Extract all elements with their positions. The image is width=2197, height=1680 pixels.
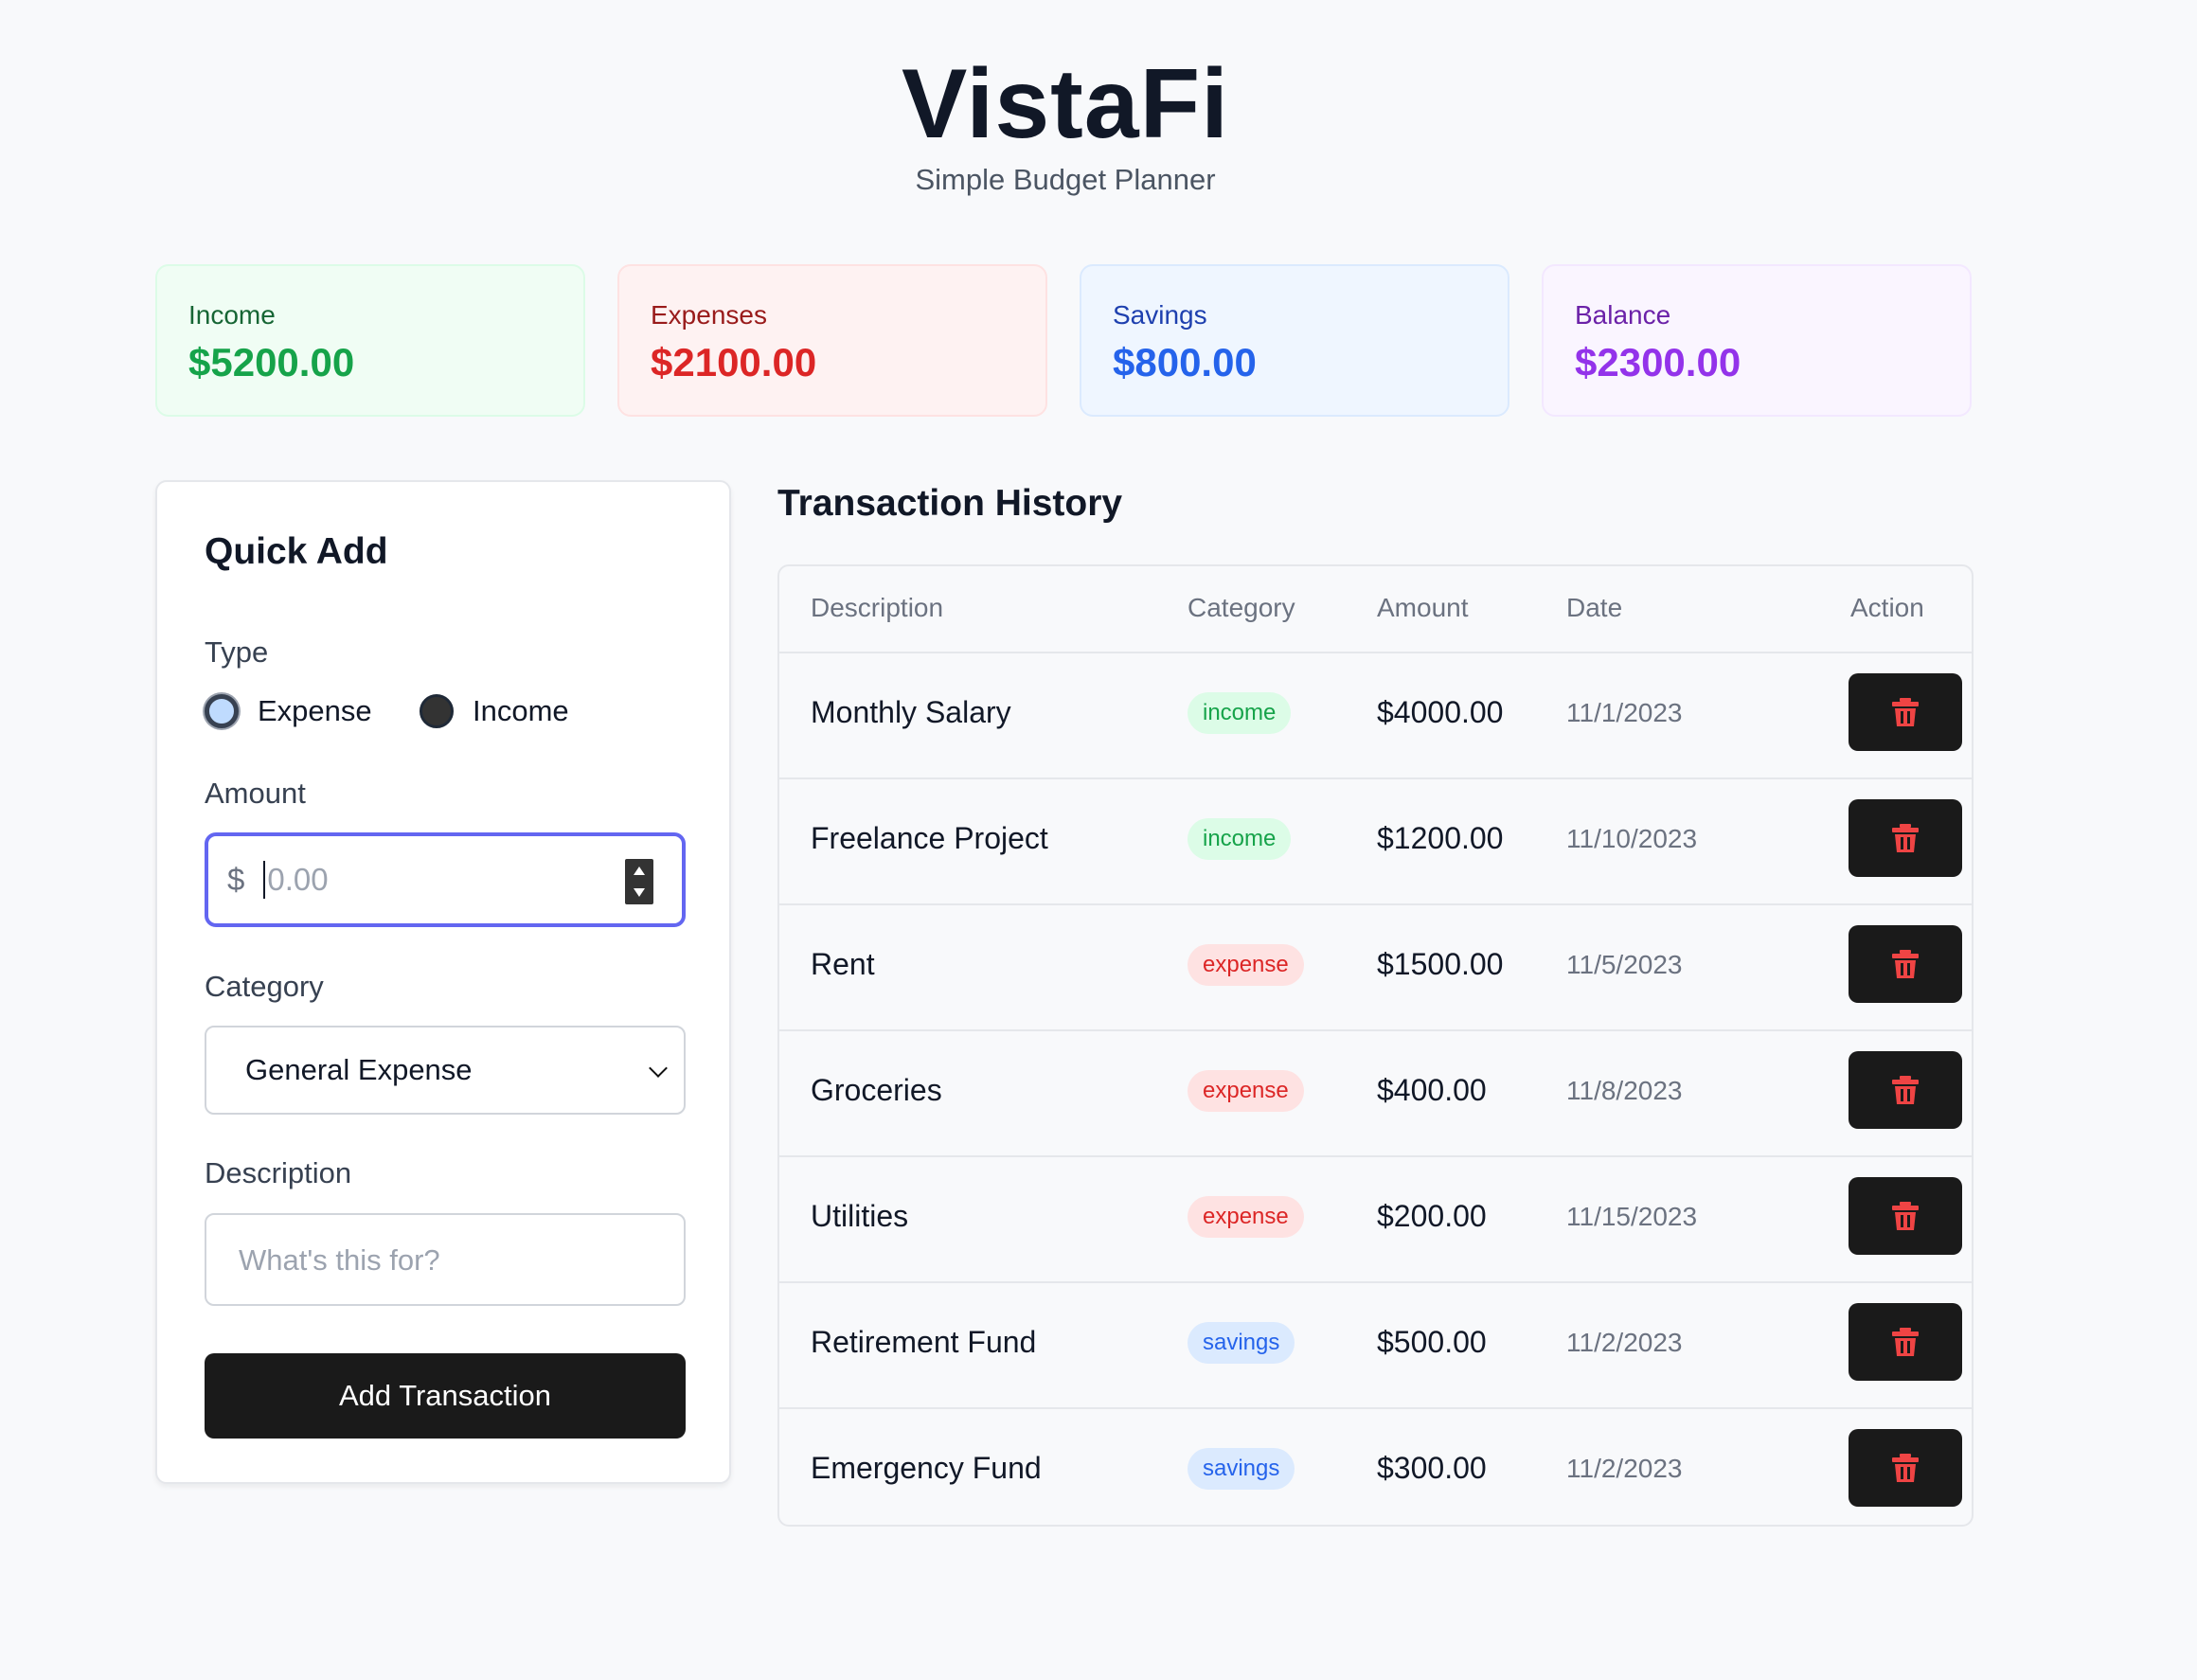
summary-cards: Income $5200.00 Expenses $2100.00 Saving… <box>155 264 1974 419</box>
trash-icon[interactable] <box>1892 950 1919 978</box>
table-row: Rent expense $1500.00 11/5/2023 <box>779 903 1972 1031</box>
row-date: 11/2/2023 <box>1566 1328 1683 1357</box>
column-header-action: Action <box>1850 593 1924 622</box>
category-label: Category <box>205 970 324 1003</box>
category-badge: income <box>1188 818 1292 860</box>
category-badge: expense <box>1188 1196 1304 1238</box>
row-date: 11/1/2023 <box>1566 698 1683 727</box>
savings-label: Savings <box>1113 300 1207 330</box>
trash-icon[interactable] <box>1892 1202 1919 1230</box>
balance-card: Balance $2300.00 <box>1542 264 1972 417</box>
trash-icon[interactable] <box>1892 698 1919 726</box>
row-description: Monthly Salary <box>811 695 1011 729</box>
row-amount: $4000.00 <box>1377 695 1504 729</box>
income-card: Income $5200.00 <box>155 264 585 417</box>
column-header-amount: Amount <box>1377 593 1469 622</box>
savings-card: Savings $800.00 <box>1080 264 1509 417</box>
stepper-down-icon[interactable] <box>634 888 645 897</box>
table-row: Groceries expense $400.00 11/8/2023 <box>779 1029 1972 1157</box>
delete-button[interactable] <box>1849 799 1962 877</box>
income-value: $5200.00 <box>188 340 355 384</box>
column-header-date: Date <box>1566 593 1623 622</box>
row-description: Retirement Fund <box>811 1325 1037 1359</box>
row-date: 11/10/2023 <box>1566 824 1698 853</box>
radio-selected-indicator[interactable] <box>205 694 239 728</box>
radio-unselected-indicator[interactable] <box>420 694 454 728</box>
type-radio-expense[interactable]: Expense <box>205 690 372 732</box>
table-row: Utilities expense $200.00 11/15/2023 <box>779 1155 1972 1283</box>
row-amount: $500.00 <box>1377 1325 1487 1359</box>
category-badge: expense <box>1188 1070 1304 1112</box>
row-amount: $1500.00 <box>1377 947 1504 981</box>
description-label: Description <box>205 1156 352 1189</box>
table-row: Emergency Fund savings $300.00 11/2/2023 <box>779 1407 1972 1525</box>
row-date: 11/2/2023 <box>1566 1454 1683 1483</box>
row-description: Groceries <box>811 1073 942 1107</box>
row-amount: $300.00 <box>1377 1451 1487 1485</box>
delete-button[interactable] <box>1849 673 1962 751</box>
trash-icon[interactable] <box>1892 1328 1919 1356</box>
quick-add-title: Quick Add <box>205 531 388 572</box>
balance-label: Balance <box>1575 300 1671 330</box>
amount-input[interactable] <box>263 861 611 899</box>
amount-stepper[interactable] <box>625 859 653 904</box>
delete-button[interactable] <box>1849 1429 1962 1507</box>
income-label: Income <box>188 300 276 330</box>
amount-field[interactable]: $ <box>205 832 686 927</box>
table-header: Description Category Amount Date Action <box>779 566 1972 653</box>
category-badge: savings <box>1188 1448 1295 1490</box>
savings-value: $800.00 <box>1113 340 1257 384</box>
type-radio-income-label: Income <box>473 694 569 727</box>
description-field[interactable] <box>205 1213 686 1306</box>
delete-button[interactable] <box>1849 925 1962 1003</box>
expenses-card: Expenses $2100.00 <box>617 264 1047 417</box>
type-radio-group: Expense Income <box>205 690 678 732</box>
category-select[interactable]: General Expense <box>205 1026 686 1115</box>
category-select-value: General Expense <box>245 1053 473 1086</box>
app-subtitle: Simple Budget Planner <box>915 163 1216 196</box>
row-date: 11/15/2023 <box>1566 1202 1698 1231</box>
app-header: VistaFi Simple Budget Planner <box>0 38 2131 197</box>
row-description: Utilities <box>811 1199 909 1233</box>
delete-button[interactable] <box>1849 1177 1962 1255</box>
expenses-value: $2100.00 <box>651 340 817 384</box>
add-transaction-button[interactable]: Add Transaction <box>205 1353 686 1439</box>
column-header-description: Description <box>811 593 944 622</box>
chevron-down-icon <box>649 1059 668 1078</box>
balance-value: $2300.00 <box>1575 340 1742 384</box>
row-amount: $200.00 <box>1377 1199 1487 1233</box>
type-label: Type <box>205 635 269 669</box>
transaction-history-title: Transaction History <box>777 483 1123 524</box>
description-input[interactable] <box>237 1242 657 1278</box>
table-row: Freelance Project income $1200.00 11/10/… <box>779 777 1972 905</box>
row-description: Emergency Fund <box>811 1451 1042 1485</box>
column-header-category: Category <box>1188 593 1295 622</box>
row-date: 11/8/2023 <box>1566 1076 1683 1105</box>
row-amount: $400.00 <box>1377 1073 1487 1107</box>
type-radio-income[interactable]: Income <box>420 690 569 732</box>
stepper-up-icon[interactable] <box>634 867 645 875</box>
category-badge: expense <box>1188 944 1304 986</box>
amount-label: Amount <box>205 777 306 810</box>
quick-add-panel: Quick Add Type Expense Income Amount $ C… <box>155 480 731 1484</box>
row-description: Freelance Project <box>811 821 1048 855</box>
currency-symbol: $ <box>227 862 245 897</box>
trash-icon[interactable] <box>1892 1454 1919 1482</box>
trash-icon[interactable] <box>1892 824 1919 852</box>
app-title: VistaFi <box>901 49 1230 159</box>
delete-button[interactable] <box>1849 1051 1962 1129</box>
type-radio-expense-label: Expense <box>258 694 372 727</box>
table-row: Retirement Fund savings $500.00 11/2/202… <box>779 1281 1972 1409</box>
row-amount: $1200.00 <box>1377 821 1504 855</box>
row-date: 11/5/2023 <box>1566 950 1683 979</box>
row-description: Rent <box>811 947 875 981</box>
delete-button[interactable] <box>1849 1303 1962 1381</box>
category-badge: income <box>1188 692 1292 734</box>
expenses-label: Expenses <box>651 300 767 330</box>
transaction-table: Description Category Amount Date Action … <box>777 564 1974 1527</box>
trash-icon[interactable] <box>1892 1076 1919 1104</box>
category-badge: savings <box>1188 1322 1295 1364</box>
table-row: Monthly Salary income $4000.00 11/1/2023 <box>779 652 1972 779</box>
